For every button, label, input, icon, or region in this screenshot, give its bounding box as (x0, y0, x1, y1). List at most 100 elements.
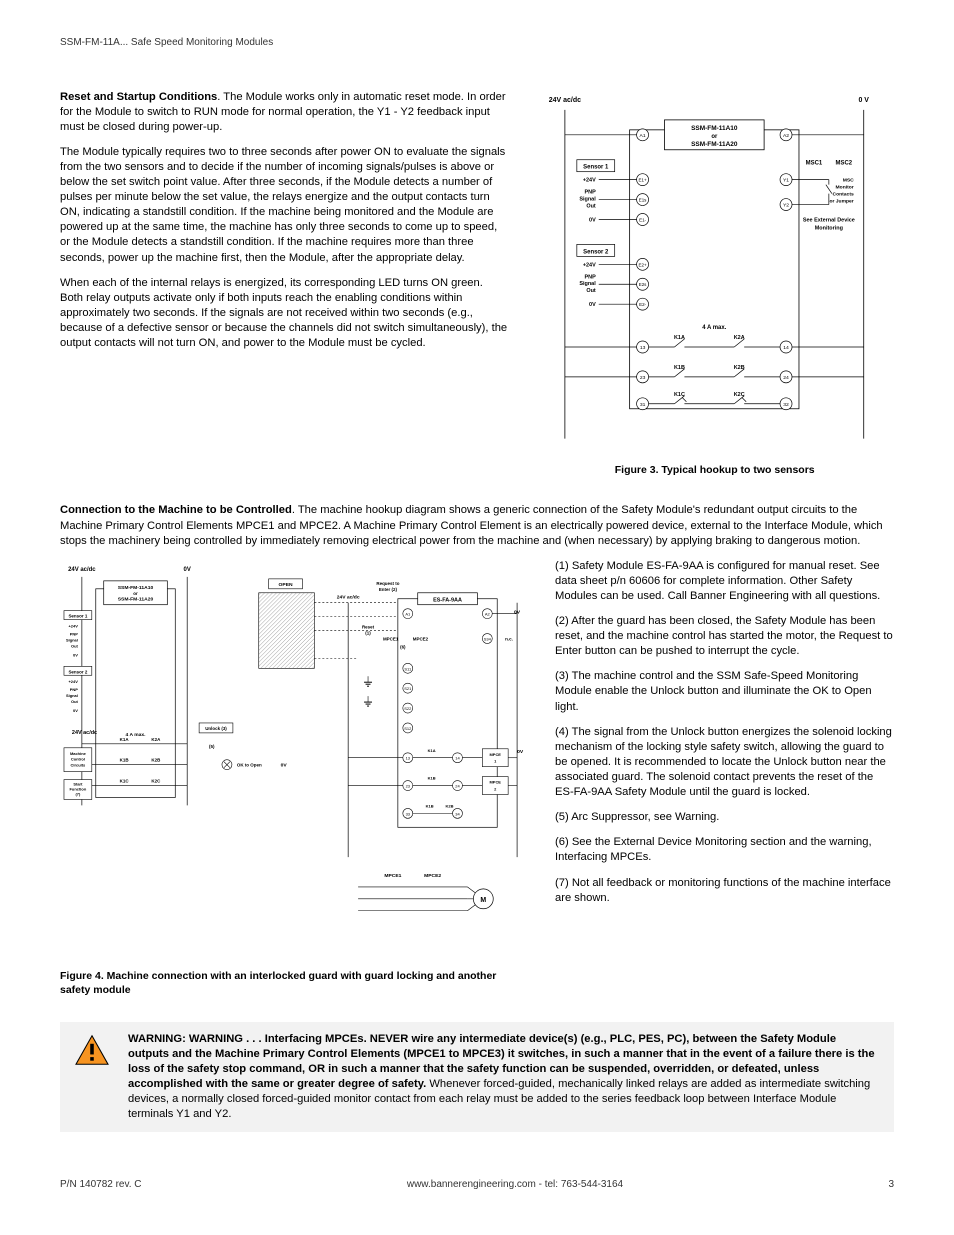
svg-text:MPCE2: MPCE2 (413, 636, 429, 641)
svg-text:Monitor: Monitor (836, 184, 854, 190)
top-section: Reset and Startup Conditions. The Module… (60, 90, 894, 478)
svg-text:Out: Out (587, 288, 597, 294)
svg-text:K2A: K2A (734, 335, 745, 341)
note-1: (1) Safety Module ES-FA-9AA is configure… (555, 559, 894, 604)
page-footer: P/N 140782 rev. C www.bannerengineering.… (60, 1178, 894, 1192)
svg-text:K1B: K1B (120, 757, 130, 762)
svg-text:14: 14 (455, 755, 460, 760)
para-reset: Reset and Startup Conditions. The Module… (60, 90, 507, 135)
warning-text: WARNING: WARNING . . . Interfacing MPCEs… (128, 1032, 880, 1123)
svg-text:E2+: E2+ (639, 262, 647, 267)
svg-text:Y1: Y1 (783, 177, 789, 183)
svg-text:See External Device: See External Device (803, 217, 855, 223)
svg-text:A1: A1 (405, 611, 411, 616)
svg-text:M: M (480, 897, 486, 904)
svg-text:OPEN: OPEN (279, 582, 293, 588)
svg-text:PNP: PNP (70, 687, 79, 692)
svg-text:(7): (7) (75, 791, 81, 796)
svg-text:MPCE: MPCE (489, 751, 501, 756)
svg-text:E1+: E1+ (639, 177, 647, 182)
svg-text:SSM-FM-11A20: SSM-FM-11A20 (692, 140, 739, 147)
figure-3: 24V ac/dc 0 V SSM-FM-11A10 or SSM-FM-11A… (535, 90, 894, 478)
svg-text:S11: S11 (404, 666, 412, 671)
svg-text:K1B: K1B (426, 803, 434, 808)
svg-text:Out: Out (587, 203, 597, 209)
svg-text:OK to Open: OK to Open (237, 762, 262, 767)
figure-3-caption: Figure 3. Typical hookup to two sensors (535, 463, 894, 477)
svg-text:Sensor 2: Sensor 2 (584, 249, 610, 255)
svg-text:A2: A2 (485, 611, 490, 616)
intro-text: Reset and Startup Conditions. The Module… (60, 90, 507, 362)
svg-text:23: 23 (406, 783, 411, 788)
notes-column: (1) Safety Module ES-FA-9AA is configure… (555, 559, 894, 916)
figure-3-svg: 24V ac/dc 0 V SSM-FM-11A10 or SSM-FM-11A… (535, 90, 894, 449)
svg-text:E1s: E1s (639, 197, 647, 202)
svg-text:24: 24 (784, 374, 790, 380)
svg-text:A1: A1 (640, 132, 646, 138)
warning-icon (74, 1034, 110, 1071)
note-6: (6) See the External Device Monitoring s… (555, 835, 894, 865)
svg-text:0V: 0V (517, 748, 524, 754)
svg-text:or: or (712, 133, 719, 139)
svg-text:32: 32 (784, 401, 790, 407)
svg-text:Out: Out (71, 699, 79, 704)
svg-text:Sensor 1: Sensor 1 (68, 613, 87, 618)
para-connection: Connection to the Machine to be Controll… (60, 503, 894, 548)
svg-text:24V ac/dc: 24V ac/dc (337, 594, 360, 600)
svg-text:24: 24 (455, 783, 460, 788)
figure-4-caption: Figure 4. Machine connection with an int… (60, 969, 527, 997)
note-5: (5) Arc Suppressor, see Warning. (555, 810, 894, 825)
para-relays: When each of the internal relays is ener… (60, 276, 507, 352)
svg-text:Out: Out (71, 643, 79, 648)
svg-text:13: 13 (406, 755, 411, 760)
svg-text:Monitoring: Monitoring (815, 225, 843, 231)
svg-text:S34: S34 (484, 636, 492, 641)
svg-text:(1): (1) (365, 630, 371, 635)
svg-text:14: 14 (784, 344, 790, 350)
svg-text:S21: S21 (404, 686, 412, 691)
svg-text:or Jumper: or Jumper (830, 198, 854, 204)
svg-text:E1-: E1- (639, 217, 646, 222)
note-3: (3) The machine control and the SSM Safe… (555, 669, 894, 714)
svg-text:MPCE: MPCE (489, 779, 501, 784)
svg-text:4 A max.: 4 A max. (703, 325, 727, 331)
svg-text:Circuits: Circuits (70, 762, 86, 767)
footer-left: P/N 140782 rev. C (60, 1178, 142, 1192)
svg-text:Y2: Y2 (783, 202, 789, 208)
svg-text:K1A: K1A (428, 747, 436, 752)
svg-text:n.c.: n.c. (505, 636, 513, 641)
svg-text:K2C: K2C (734, 391, 745, 397)
svg-text:Reset: Reset (362, 624, 375, 629)
svg-text:MSC: MSC (843, 177, 854, 183)
svg-text:Contacts: Contacts (833, 191, 854, 197)
svg-text:or: or (133, 590, 138, 595)
svg-text:31: 31 (640, 401, 646, 407)
svg-text:Enter (2): Enter (2) (379, 587, 398, 592)
svg-text:K1C: K1C (120, 778, 130, 783)
svg-text:SSM-FM-11A10: SSM-FM-11A10 (692, 124, 739, 131)
svg-text:K2A: K2A (151, 737, 161, 742)
svg-text:Sensor 2: Sensor 2 (68, 669, 87, 674)
svg-text:0V: 0V (514, 609, 521, 615)
svg-text:MSC1: MSC1 (806, 160, 823, 166)
svg-text:0 V: 0 V (859, 96, 870, 103)
svg-text:0V: 0V (73, 708, 78, 713)
svg-text:K1C: K1C (674, 391, 685, 397)
para-startup: The Module typically requires two to thr… (60, 145, 507, 266)
footer-center: www.bannerengineering.com - tel: 763-544… (407, 1178, 623, 1192)
svg-text:13: 13 (640, 344, 646, 350)
svg-text:Sensor 1: Sensor 1 (584, 164, 610, 170)
footer-right: 3 (888, 1178, 894, 1192)
svg-text:K2B: K2B (446, 803, 454, 808)
svg-text:Signal: Signal (580, 281, 597, 287)
svg-text:Signal: Signal (580, 196, 597, 202)
svg-text:33: 33 (406, 811, 411, 816)
figure-4-svg: 24V ac/dc 0V SSM-FM-11A10 or SSM-FM-11A2… (60, 559, 527, 956)
svg-text:E2-: E2- (639, 302, 646, 307)
fig4-section: 24V ac/dc 0V SSM-FM-11A10 or SSM-FM-11A2… (60, 559, 894, 998)
svg-text:0V: 0V (184, 567, 191, 573)
svg-text:0V: 0V (281, 762, 288, 768)
svg-text:Control: Control (71, 756, 85, 761)
svg-text:MSC2: MSC2 (836, 160, 853, 166)
svg-text:PNP: PNP (585, 274, 597, 280)
